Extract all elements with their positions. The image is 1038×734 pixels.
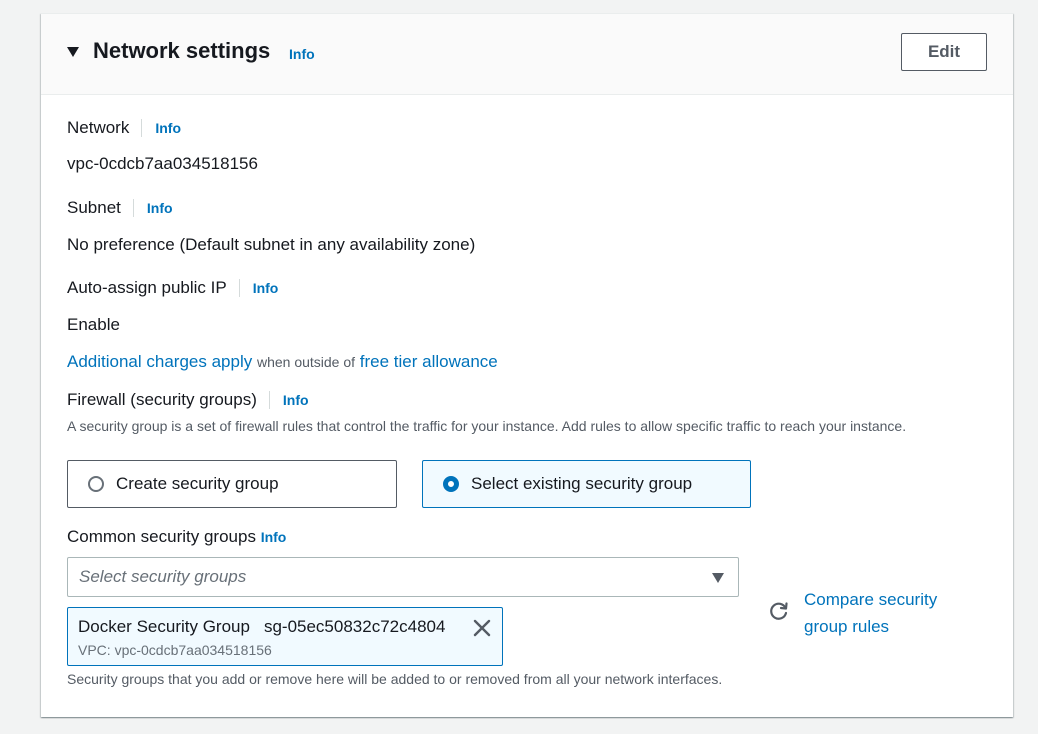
token-title: Docker Security Group sg-05ec50832c72c480… <box>78 617 445 637</box>
security-group-name: Docker Security Group <box>78 617 250 636</box>
divider <box>141 119 143 137</box>
refresh-icon[interactable] <box>768 600 790 622</box>
network-label: Network <box>67 118 130 137</box>
subnet-info-link[interactable]: Info <box>147 200 173 216</box>
auto-ip-value: Enable <box>67 315 120 334</box>
auto-ip-label-row: Auto-assign public IP Info <box>67 278 278 298</box>
network-value: vpc-0cdcb7aa034518156 <box>67 154 258 173</box>
subnet-label-row: Subnet Info <box>67 198 173 218</box>
firewall-info-link[interactable]: Info <box>283 392 309 408</box>
divider <box>268 391 270 409</box>
compare-security-group-rules-link[interactable]: Compare security group rules <box>804 586 964 640</box>
network-label-row: Network Info <box>67 118 181 138</box>
network-settings-panel: Network settings Info Edit Network Info … <box>41 13 1013 717</box>
firewall-description: A security group is a set of firewall ru… <box>67 418 907 434</box>
collapse-caret-icon[interactable] <box>67 47 79 57</box>
panel-header: Network settings Info Edit <box>41 14 1013 95</box>
select-existing-security-group-label: Select existing security group <box>471 474 693 493</box>
common-info-link[interactable]: Info <box>261 529 287 545</box>
charges-note: Additional charges apply when outside of… <box>67 352 498 372</box>
subnet-label: Subnet <box>67 198 121 217</box>
free-tier-link[interactable]: free tier allowance <box>360 352 498 371</box>
charges-middle-text: when outside of <box>256 354 356 370</box>
radio-unchecked-icon[interactable] <box>88 476 104 492</box>
select-existing-security-group-option[interactable]: Select existing security group <box>422 460 751 508</box>
edit-button[interactable]: Edit <box>901 33 987 71</box>
divider <box>238 279 240 297</box>
additional-charges-link[interactable]: Additional charges apply <box>67 352 252 371</box>
firewall-label-row: Firewall (security groups) Info <box>67 390 309 410</box>
security-group-vpc: VPC: vpc-0cdcb7aa034518156 <box>78 642 272 658</box>
remove-token-close-icon[interactable] <box>470 616 494 640</box>
create-security-group-option[interactable]: Create security group <box>67 460 397 508</box>
radio-checked-icon[interactable] <box>443 476 459 492</box>
common-security-groups-label-row: Common security groups Info <box>67 527 286 547</box>
firewall-label: Firewall (security groups) <box>67 390 257 409</box>
panel-title: Network settings <box>93 38 271 63</box>
select-placeholder: Select security groups <box>79 567 247 586</box>
auto-ip-info-link[interactable]: Info <box>253 280 279 296</box>
create-security-group-label: Create security group <box>116 474 279 493</box>
subnet-value: No preference (Default subnet in any ava… <box>67 235 476 254</box>
common-security-groups-label: Common security groups <box>67 527 256 546</box>
dropdown-caret-icon <box>712 573 724 583</box>
selected-security-group-token: Docker Security Group sg-05ec50832c72c480… <box>67 607 503 666</box>
auto-ip-label: Auto-assign public IP <box>67 278 227 297</box>
security-groups-footer-note: Security groups that you add or remove h… <box>67 671 723 687</box>
divider <box>132 199 134 217</box>
security-groups-select[interactable]: Select security groups <box>67 557 739 597</box>
network-info-link[interactable]: Info <box>155 120 181 136</box>
header-info-link[interactable]: Info <box>289 46 315 62</box>
security-group-id: sg-05ec50832c72c4804 <box>263 617 446 636</box>
